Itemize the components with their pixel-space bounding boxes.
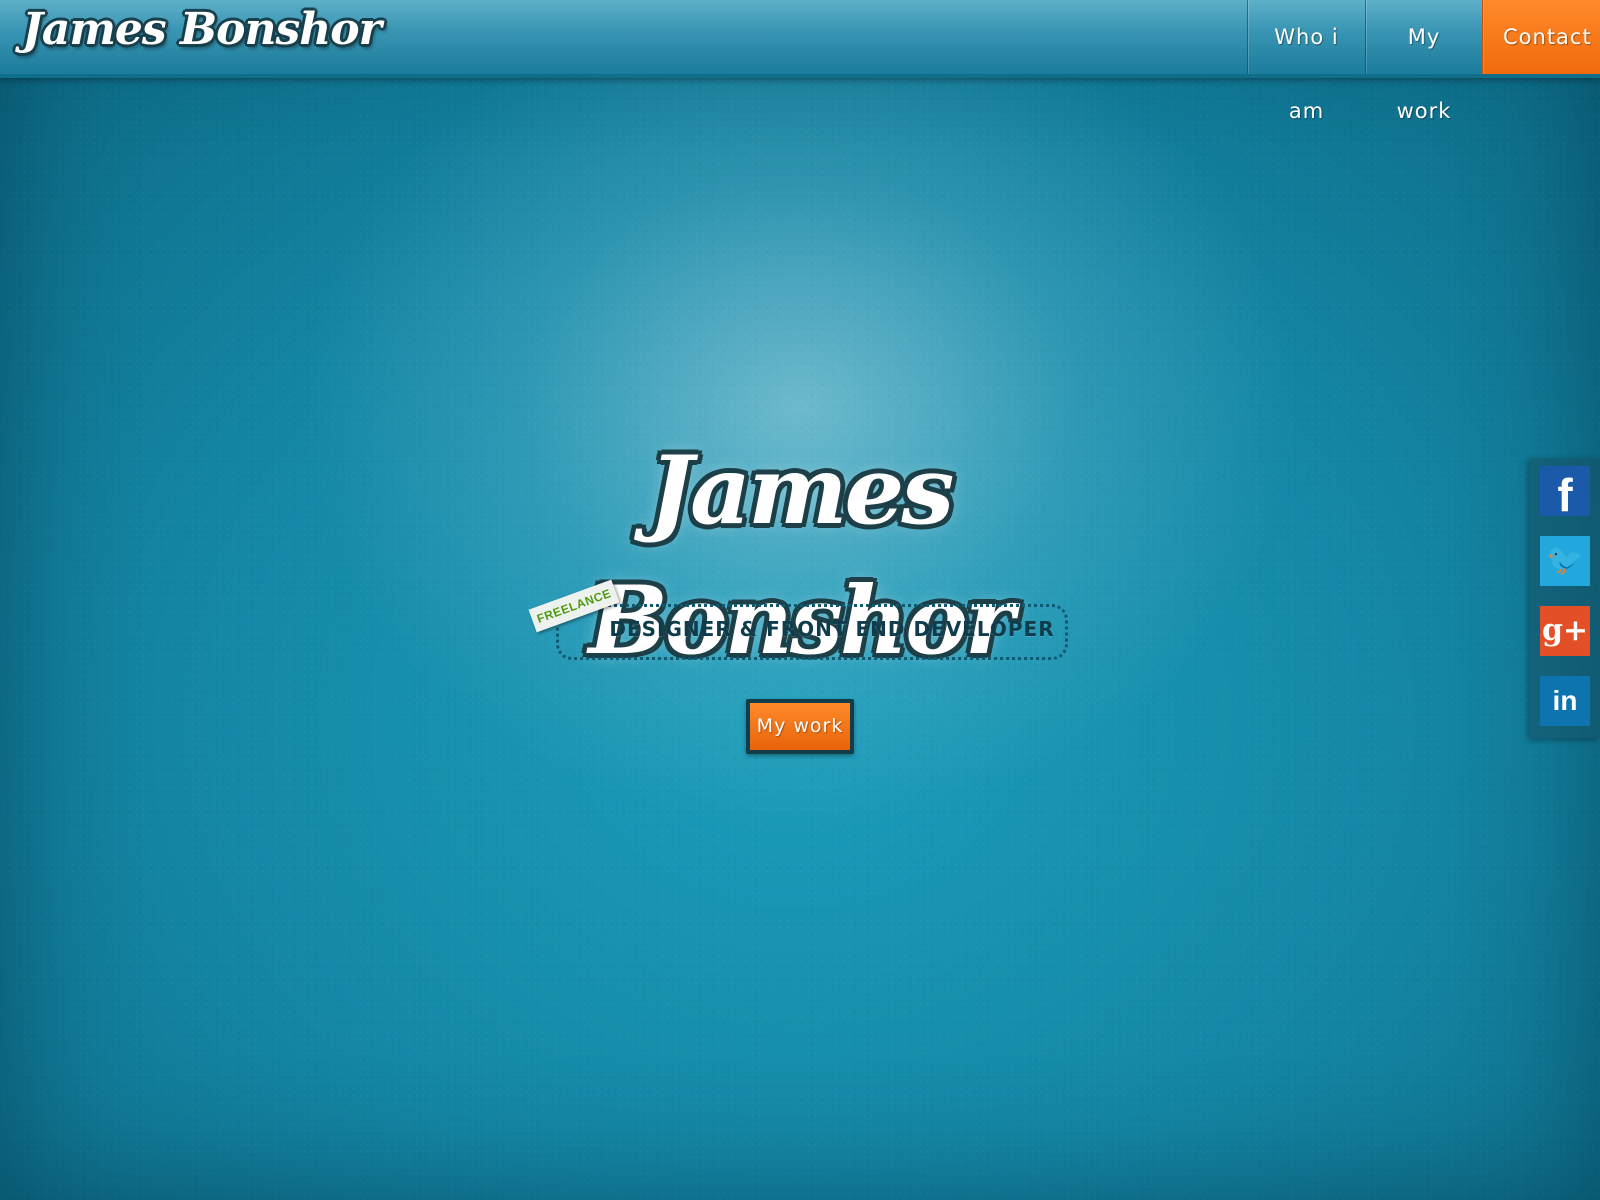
linkedin-icon[interactable]: in bbox=[1540, 676, 1590, 726]
nav-item-who-i-am[interactable]: Who i am bbox=[1247, 0, 1365, 123]
my-work-button[interactable]: My work bbox=[746, 699, 854, 754]
facebook-icon[interactable]: f bbox=[1540, 466, 1590, 521]
twitter-icon[interactable]: 🐦 bbox=[1540, 536, 1590, 586]
tagline-box: DESIGNER & FRONT END DEVELOPER bbox=[556, 604, 1068, 660]
main-nav: Who i am My work Contact bbox=[1247, 0, 1600, 123]
nav-item-my-work[interactable]: My work bbox=[1365, 0, 1482, 123]
top-header: James Bonshor Who i am My work Contact bbox=[0, 0, 1600, 123]
social-sidebar: f 🐦 g+ in bbox=[1530, 458, 1600, 738]
my-work-button-label: My work bbox=[750, 703, 850, 750]
nav-item-contact[interactable]: Contact bbox=[1482, 0, 1600, 74]
tagline-text: DESIGNER & FRONT END DEVELOPER bbox=[609, 617, 1055, 641]
header-brand-logo[interactable]: James Bonshor bbox=[22, 4, 382, 55]
google-plus-icon[interactable]: g+ bbox=[1540, 606, 1590, 656]
